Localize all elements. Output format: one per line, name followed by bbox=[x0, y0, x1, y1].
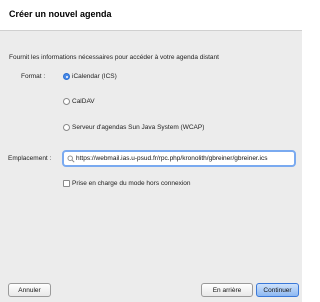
location-label: Emplacement : bbox=[8, 155, 52, 162]
continue-button[interactable]: Continuer bbox=[256, 283, 299, 297]
search-icon bbox=[67, 155, 75, 163]
radio-wcap[interactable] bbox=[63, 123, 70, 131]
offline-support-option[interactable]: Prise en charge du mode hors connexion bbox=[63, 178, 191, 188]
format-option-label: CalDAV bbox=[72, 97, 95, 105]
dialog-description: Fournit les informations nécessaires pou… bbox=[9, 54, 219, 61]
format-label: Format : bbox=[21, 73, 46, 80]
format-option-label: iCalendar (ICS) bbox=[72, 72, 117, 80]
format-option-wcap[interactable]: Serveur d'agendas Sun Java System (WCAP) bbox=[63, 122, 204, 132]
new-calendar-dialog: Créer un nouvel agenda Fournit les infor… bbox=[0, 0, 302, 302]
location-url-value[interactable]: https://webmail.ias.u-psud.fr/rpc.php/kr… bbox=[76, 155, 267, 162]
radio-caldav[interactable] bbox=[63, 97, 70, 105]
offline-support-checkbox[interactable] bbox=[63, 179, 70, 187]
offline-support-label: Prise en charge du mode hors connexion bbox=[72, 179, 191, 187]
dialog-header: Créer un nouvel agenda bbox=[0, 0, 302, 31]
format-option-label: Serveur d'agendas Sun Java System (WCAP) bbox=[72, 123, 205, 131]
back-button[interactable]: En arrière bbox=[201, 283, 253, 297]
cancel-button[interactable]: Annuler bbox=[8, 283, 51, 297]
format-option-icalendar[interactable]: iCalendar (ICS) bbox=[63, 71, 117, 81]
location-url-field[interactable]: https://webmail.ias.u-psud.fr/rpc.php/kr… bbox=[62, 150, 296, 167]
format-option-caldav[interactable]: CalDAV bbox=[63, 96, 95, 106]
dialog-title: Créer un nouvel agenda bbox=[9, 9, 112, 19]
radio-icalendar[interactable] bbox=[63, 72, 70, 80]
